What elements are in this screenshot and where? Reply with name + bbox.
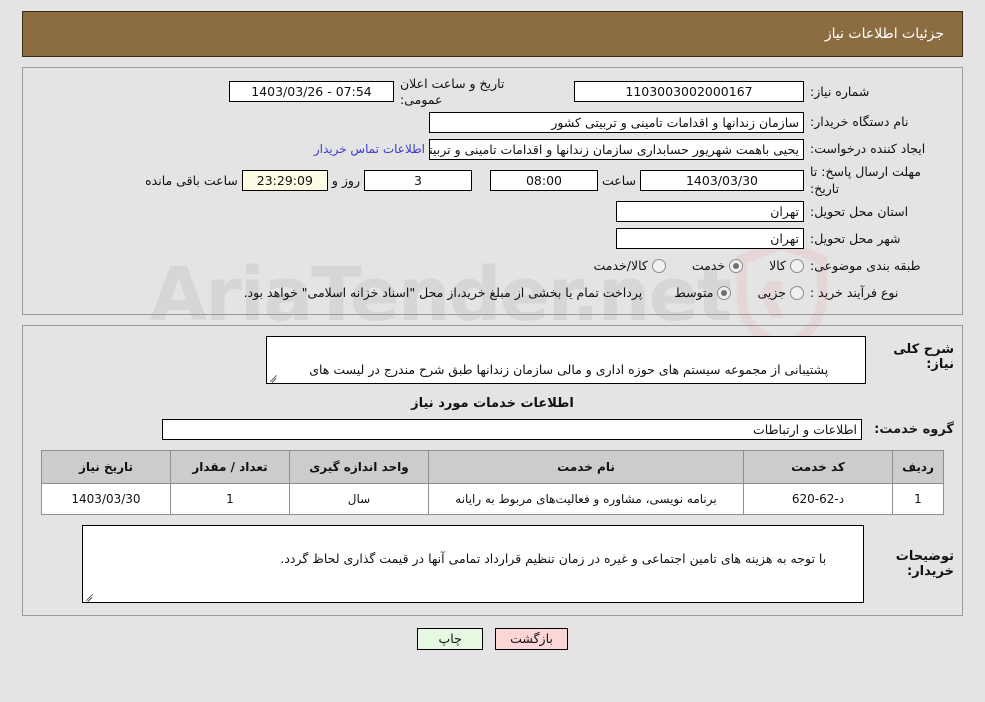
deadline-time-value: 08:00	[489, 170, 598, 191]
row-general-description: شرح کلی نیاز: پشتیبانی از مجموعه سیستم ه…	[23, 335, 962, 384]
category-option-kala-khedmat[interactable]: کالا/خدمت	[593, 258, 666, 274]
category-option-label: کالا	[769, 258, 786, 274]
radio-icon[interactable]	[651, 258, 666, 273]
service-group-value: اطلاعات و ارتباطات	[162, 418, 862, 440]
cell-need-date: 1403/03/30	[41, 482, 171, 515]
radio-icon[interactable]	[790, 285, 804, 300]
col-header-service-code: کد خدمت	[743, 449, 893, 484]
table-header-row: ردیف کد خدمت نام خدمت واحد اندازه گیری ت…	[41, 449, 944, 484]
process-option-label: متوسط	[674, 285, 714, 301]
treasury-bond-note: پرداخت تمام یا بخشی از مبلغ خرید،از محل …	[243, 285, 643, 301]
cell-quantity: 1	[170, 482, 290, 515]
general-description-text: پشتیبانی از مجموعه سیستم های حوزه اداری …	[309, 362, 829, 378]
process-type-radio-group: جزیی متوسط	[652, 285, 804, 300]
requester-value: یحیی باهمت شهریور حسابداری سازمان زندانه…	[429, 138, 804, 160]
row-process-type: نوع فرآیند خرید : جزیی متوسط پرداخت تمام…	[23, 281, 962, 305]
row-delivery-city: شهر محل تحویل: تهران	[23, 227, 962, 251]
print-button[interactable]: چاپ	[417, 627, 484, 650]
radio-icon[interactable]	[717, 285, 732, 300]
buyer-notes-textarea[interactable]: با توجه به هزینه های تامین اجتماعی و غیر…	[82, 524, 864, 603]
category-option-khedmat[interactable]: خدمت	[691, 258, 744, 274]
row-service-group: گروه خدمت: اطلاعات و ارتباطات	[23, 418, 962, 440]
buyer-org-value: سازمان زندانها و اقدامات تامینی و تربیتی…	[429, 111, 804, 133]
row-need-number: شماره نیاز: 1103003002000167 تاریخ و ساع…	[23, 76, 962, 107]
row-buyer-notes: توضیحات خریدار: با توجه به هزینه های تام…	[23, 524, 962, 603]
process-option-motevaset[interactable]: متوسط	[674, 285, 732, 301]
services-heading: اطلاعات خدمات مورد نیاز	[411, 395, 574, 411]
need-number-value: 1103003002000167	[574, 81, 804, 103]
col-header-need-date: تاریخ نیاز	[41, 449, 171, 484]
row-category: طبقه بندی موضوعی: کالا خدمت کالا/خدمت	[23, 254, 962, 278]
service-items-table: ردیف کد خدمت نام خدمت واحد اندازه گیری ت…	[41, 449, 944, 515]
process-type-label: نوع فرآیند خرید :	[810, 284, 899, 300]
deadline-countdown-value: 23:29:09	[241, 170, 328, 191]
process-option-jozei[interactable]: جزیی	[757, 285, 804, 300]
cell-service-code: د-62-620	[743, 482, 893, 515]
row-deadline: مهلت ارسال پاسخ: تا تاریخ: 1403/03/30 سا…	[23, 164, 962, 197]
page-title: جزئیات اطلاعات نیاز	[824, 26, 944, 42]
delivery-province-label: استان محل تحویل:	[810, 203, 909, 219]
deadline-label: مهلت ارسال پاسخ: تا تاریخ:	[810, 164, 921, 196]
table-row: 1 د-62-620 برنامه نویسی، مشاوره و فعالیت…	[41, 482, 944, 515]
category-option-kala[interactable]: کالا	[769, 258, 804, 273]
row-delivery-province: استان محل تحویل: تهران	[23, 200, 962, 224]
buyer-notes-label: توضیحات خریدار:	[895, 548, 954, 579]
col-header-row-no: ردیف	[892, 449, 944, 484]
process-option-label: جزیی	[757, 285, 786, 301]
radio-icon[interactable]	[790, 258, 804, 273]
buyer-org-label: نام دستگاه خریدار:	[810, 114, 909, 130]
page-title-bar: جزئیات اطلاعات نیاز	[22, 11, 963, 57]
need-info-panel: شماره نیاز: 1103003002000167 تاریخ و ساع…	[22, 67, 963, 315]
col-header-unit: واحد اندازه گیری	[289, 449, 429, 484]
category-radio-group: کالا خدمت کالا/خدمت	[571, 258, 804, 273]
cell-row-no: 1	[892, 482, 944, 515]
row-requester: ایجاد کننده درخواست: یحیی باهمت شهریور ح…	[23, 137, 962, 161]
deadline-days-label: روز و	[331, 173, 360, 188]
delivery-city-value: تهران	[616, 228, 804, 250]
row-buyer-org: نام دستگاه خریدار: سازمان زندانها و اقدا…	[23, 110, 962, 134]
deadline-days-value: 3	[363, 170, 472, 191]
footer-button-bar: بازگشت چاپ	[0, 627, 985, 650]
category-label: طبقه بندی موضوعی:	[810, 257, 921, 273]
back-button[interactable]: بازگشت	[495, 627, 568, 650]
radio-icon[interactable]	[729, 258, 744, 273]
buyer-contact-link[interactable]: اطلاعات تماس خریدار	[310, 142, 429, 156]
general-description-textarea[interactable]: پشتیبانی از مجموعه سیستم های حوزه اداری …	[266, 335, 866, 384]
category-option-label: خدمت	[691, 258, 726, 274]
general-description-label: شرح کلی نیاز:	[893, 341, 954, 372]
col-header-service-name: نام خدمت	[428, 449, 744, 484]
service-group-label: گروه خدمت:	[874, 421, 954, 437]
cell-service-name: برنامه نویسی، مشاوره و فعالیت‌های مربوط …	[428, 482, 744, 515]
resize-handle-icon[interactable]	[85, 591, 95, 601]
resize-handle-icon[interactable]	[269, 372, 279, 382]
deadline-date-value: 1403/03/30	[640, 170, 804, 191]
public-announce-value: 07:54 - 1403/03/26	[229, 81, 394, 103]
cell-unit: سال	[289, 482, 429, 515]
need-number-label: شماره نیاز:	[810, 83, 870, 99]
deadline-countdown-label: ساعت باقی مانده	[145, 173, 238, 188]
buyer-notes-text: با توجه به هزینه های تامین اجتماعی و غیر…	[280, 551, 827, 567]
delivery-province-value: تهران	[616, 201, 804, 223]
delivery-city-label: شهر محل تحویل:	[810, 230, 901, 246]
category-option-label: کالا/خدمت	[593, 258, 648, 274]
col-header-quantity: تعداد / مقدار	[170, 449, 290, 484]
services-panel: شرح کلی نیاز: پشتیبانی از مجموعه سیستم ه…	[22, 324, 963, 616]
deadline-time-label: ساعت	[601, 173, 636, 188]
requester-label: ایجاد کننده درخواست:	[810, 141, 926, 157]
public-announce-label: تاریخ و ساعت اعلان عمومی:	[400, 76, 505, 107]
